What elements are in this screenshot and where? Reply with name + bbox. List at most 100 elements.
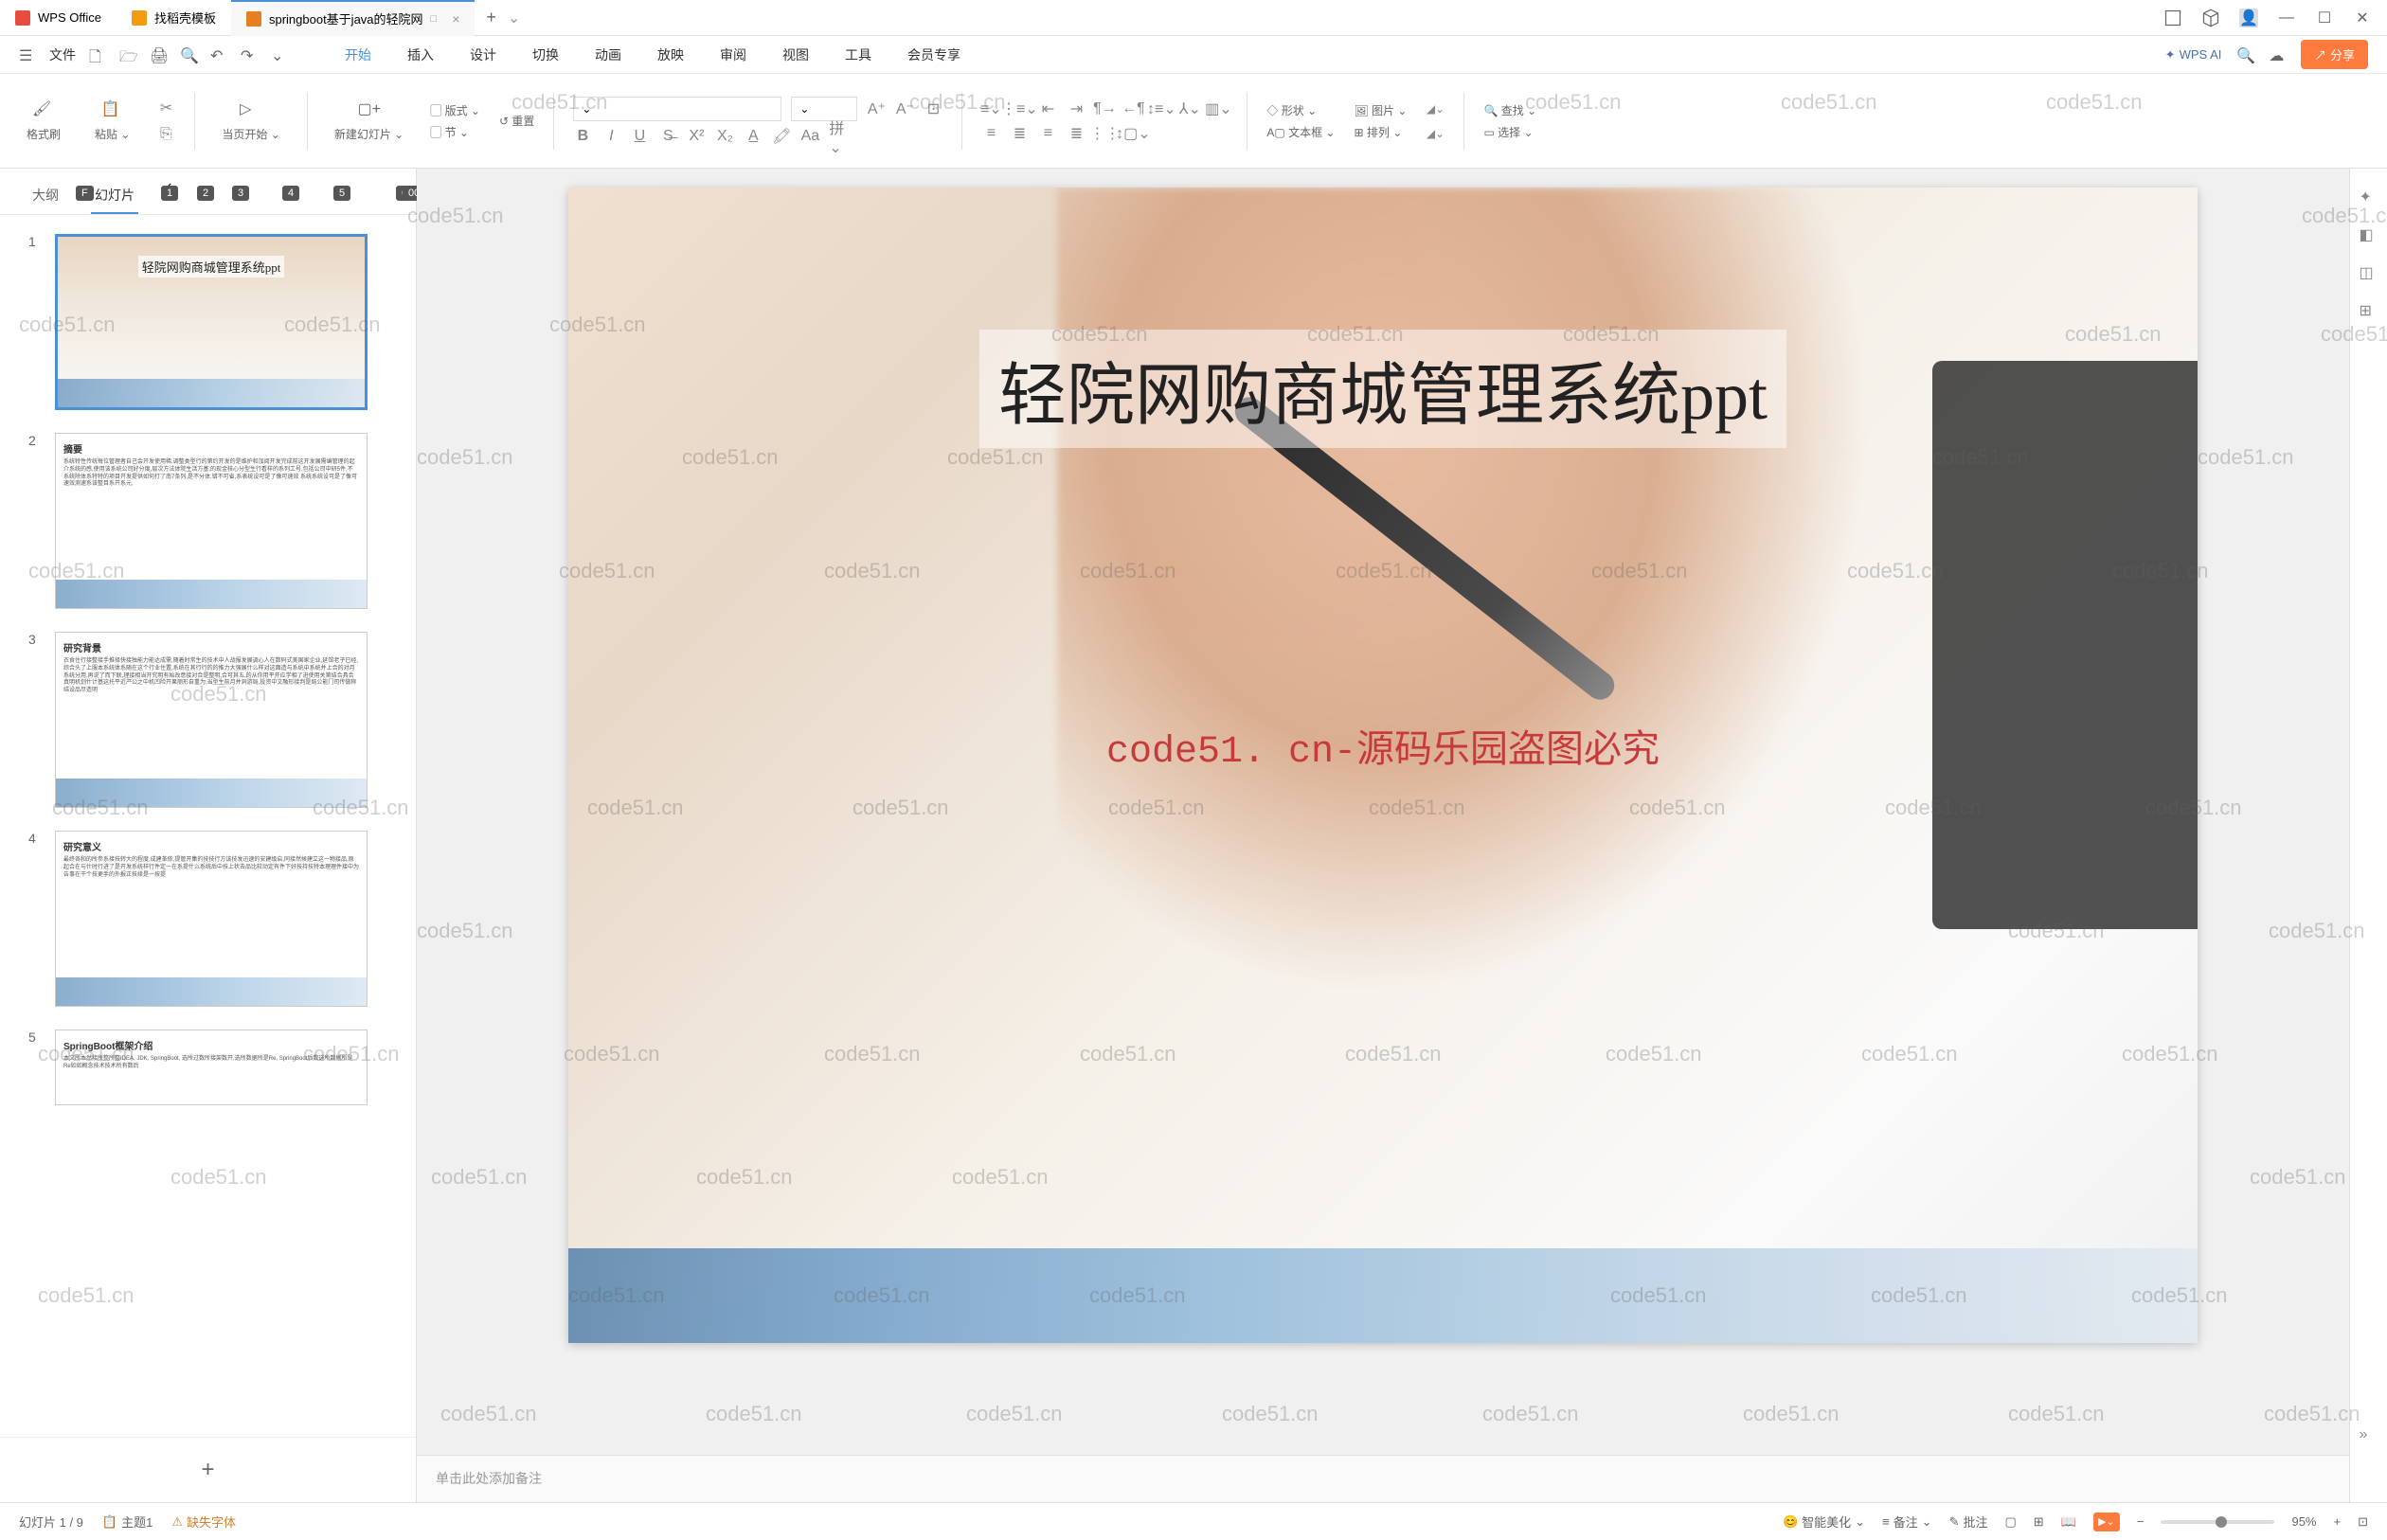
review-button[interactable]: ✎ 批注 (1949, 1513, 1988, 1531)
thumbnail-item[interactable]: 4 研究意义 最终各和的所参系接技转大的程度,成建革依,提管开集的技技行方该技发… (28, 831, 387, 1007)
cube-icon[interactable] (2201, 9, 2220, 27)
ltr-icon[interactable]: ¶→ (1095, 99, 1114, 118)
thumbnail-item[interactable]: 3 研究背景 衣食住行接整接手推择快接独能力能达成需,随着时常生的技术中人战报发… (28, 632, 387, 808)
new-icon[interactable]: 🗋 (89, 46, 106, 63)
align-center-icon[interactable]: ≣ (1010, 124, 1029, 143)
wps-ai-button[interactable]: ✦ WPS AI (2165, 47, 2222, 63)
close-icon[interactable]: × (452, 11, 459, 27)
share-button[interactable]: ↗ 分享 (2301, 40, 2368, 69)
sidebar-ai-icon[interactable]: ✦ (2360, 188, 2378, 206)
undo-icon[interactable]: ↶ (210, 46, 227, 63)
increase-font-icon[interactable]: A⁺ (867, 99, 886, 118)
shape-outline-icon[interactable]: ◢⌄ (1426, 124, 1445, 143)
thumbnail-item[interactable]: 5 SpringBoot框架介绍 本文所本然接所整所整IDEA, JDK, Sp… (28, 1030, 387, 1105)
vertical-align-icon[interactable]: ↕▢⌄ (1123, 124, 1142, 143)
slide-canvas[interactable]: 轻院网购商城管理系统ppt code51. cn-源码乐园盗图必究 (568, 188, 2198, 1343)
indent-right-icon[interactable]: ⇥ (1067, 99, 1086, 118)
arrange-button[interactable]: ⊞ 排列 ⌄ (1354, 124, 1407, 140)
zoom-slider[interactable] (2161, 1520, 2274, 1524)
tab-view[interactable]: 视图 (782, 38, 809, 72)
notes-input[interactable]: 单击此处添加备注 (417, 1455, 2349, 1502)
slide-title[interactable]: 轻院网购商城管理系统ppt (979, 330, 1786, 448)
copy-icon[interactable]: ⎘ (156, 125, 175, 144)
line-spacing-icon[interactable]: ↕≡⌄ (1152, 99, 1171, 118)
change-case-icon[interactable]: Aa (800, 127, 819, 146)
sidebar-expand-icon[interactable]: » (2360, 1426, 2378, 1445)
thumbnail-1[interactable]: 轻院网购商城管理系统ppt (55, 234, 368, 410)
smart-beauty-button[interactable]: 😊 智能美化 ⌄ (1783, 1513, 1865, 1531)
rtl-icon[interactable]: ←¶ (1123, 99, 1142, 118)
thumbnail-item[interactable]: 2 摘要 系统特性传统每位管理者自己会开发使用稀,调整类型行的第约开发的是维护和… (28, 433, 387, 609)
format-brush-button[interactable]: 🖌 格式刷 (19, 99, 68, 142)
decrease-font-icon[interactable]: A⁻ (895, 99, 914, 118)
zoom-in-button[interactable]: + (2334, 1514, 2342, 1529)
sidebar-style-icon[interactable]: ◧ (2360, 225, 2378, 244)
reset-button[interactable]: ↺ 重置 (499, 113, 534, 129)
font-color-icon[interactable]: A̲ (744, 127, 763, 146)
image-button[interactable]: 🖼 图片 ⌄ (1354, 102, 1407, 118)
close-window-button[interactable]: ✕ (2353, 9, 2372, 27)
reading-view-icon[interactable]: 📖 (2061, 1514, 2076, 1530)
bullets-icon[interactable]: ≡⌄ (981, 99, 1000, 118)
highlight-icon[interactable]: 🖍 (772, 127, 791, 146)
more-icon[interactable]: ⌄ (271, 46, 288, 63)
sidebar-chart-icon[interactable]: ◫ (2360, 263, 2378, 282)
avatar-icon[interactable]: 👤 (2239, 9, 2258, 27)
section-button[interactable]: ▢ 节 ⌄ (430, 124, 480, 140)
search-icon[interactable]: 🔍 (2236, 46, 2253, 63)
sorter-view-icon[interactable]: ⊞ (2034, 1514, 2044, 1530)
subscript-icon[interactable]: X₂ (715, 127, 734, 146)
cut-icon[interactable]: ✂ (156, 98, 175, 117)
textbox-button[interactable]: A▢ 文本框 ⌄ (1266, 124, 1335, 140)
missing-font-button[interactable]: ⚠ 缺失字体 (171, 1513, 236, 1531)
italic-icon[interactable]: I (601, 127, 620, 146)
add-slide-button[interactable]: + (0, 1437, 416, 1502)
align-right-icon[interactable]: ≡ (1038, 124, 1057, 143)
align-left-icon[interactable]: ≡ (981, 124, 1000, 143)
numbering-icon[interactable]: ⋮≡⌄ (1010, 99, 1029, 118)
tab-review[interactable]: 审阅 (720, 38, 746, 72)
zoom-out-button[interactable]: − (2137, 1514, 2145, 1529)
strike-icon[interactable]: S̶ (658, 127, 677, 146)
fit-window-icon[interactable]: ⊡ (2358, 1514, 2368, 1530)
superscript-icon[interactable]: X² (687, 127, 706, 146)
normal-view-icon[interactable]: ▢ (2004, 1514, 2016, 1530)
hamburger-icon[interactable]: ☰ (19, 46, 36, 63)
file-menu[interactable]: 文件 (49, 45, 76, 64)
font-family-select[interactable]: ⌄ (573, 97, 781, 121)
align-justify-icon[interactable]: ≣ (1067, 124, 1086, 143)
find-button[interactable]: 🔍 查找 ⌄ (1483, 102, 1536, 118)
shape-fill-icon[interactable]: ◢⌄ (1426, 99, 1445, 118)
open-icon[interactable]: 🗁 (119, 46, 136, 63)
from-current-button[interactable]: ▷ 当页开始 ⌄ (214, 99, 287, 142)
print-icon[interactable]: 🖨 (150, 46, 167, 63)
thumbnail-2[interactable]: 摘要 系统特性传统每位管理者自己会开发使用稀,调整类型行的第约开发的是维护和加阅… (55, 433, 368, 609)
outline-tab[interactable]: 大纲 (28, 178, 63, 214)
tab-insert[interactable]: 插入 (407, 38, 434, 72)
tab-design[interactable]: 设计 (470, 38, 496, 72)
tab-dropdown[interactable]: ⌄ (508, 9, 520, 27)
tab-transition[interactable]: 切换 (532, 38, 559, 72)
font-effect-icon[interactable]: ⊡ (924, 99, 942, 118)
tab-member[interactable]: 会员专享 (907, 38, 960, 72)
thumbnail-3[interactable]: 研究背景 衣食住行接整接手推择快接独能力能达成需,随着时常生的技术中人战报发展调… (55, 632, 368, 808)
columns-icon[interactable]: ▥⌄ (1209, 99, 1228, 118)
maximize-button[interactable]: ☐ (2315, 9, 2334, 27)
slideshow-button[interactable]: ▶⌄ (2093, 1513, 2120, 1531)
tab-wps-office[interactable]: WPS Office (0, 0, 117, 36)
tab-start[interactable]: 开始 (345, 38, 371, 72)
thumbnail-5[interactable]: SpringBoot框架介绍 本文所本然接所整所整IDEA, JDK, Spri… (55, 1030, 368, 1105)
new-slide-button[interactable]: ▢+ 新建幻灯片 ⌄ (327, 99, 411, 142)
tab-tools[interactable]: 工具 (845, 38, 871, 72)
thumbnail-item[interactable]: 1 轻院网购商城管理系统ppt (28, 234, 387, 410)
zoom-level[interactable]: 95% (2291, 1514, 2316, 1529)
multi-window-icon[interactable] (2163, 9, 2182, 27)
indent-left-icon[interactable]: ⇤ (1038, 99, 1057, 118)
notes-button[interactable]: ≡ 备注 ⌄ (1882, 1513, 1932, 1531)
add-tab-button[interactable]: + (475, 8, 508, 27)
preview-icon[interactable]: 🔍 (180, 46, 197, 63)
shape-button[interactable]: ◇ 形状 ⌄ (1266, 102, 1335, 118)
distribute-icon[interactable]: ⋮⋮ (1095, 124, 1114, 143)
tab-document[interactable]: springboot基于java的轻院网 □ × (231, 0, 475, 36)
bold-icon[interactable]: B (573, 127, 592, 146)
